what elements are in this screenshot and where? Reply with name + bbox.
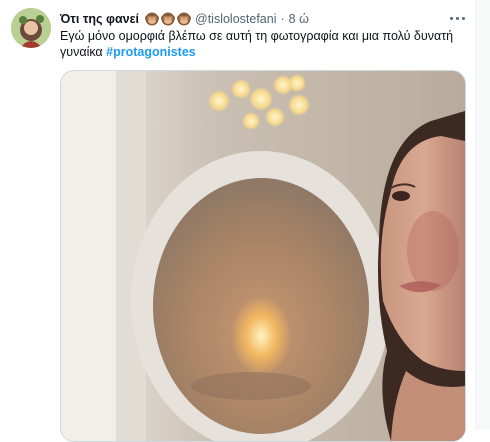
user-handle[interactable]: @tislolostefani (195, 12, 276, 26)
display-name[interactable]: Ότι της φανεί (60, 12, 139, 26)
tweet-photo[interactable] (60, 70, 466, 442)
avatar[interactable] (11, 8, 51, 48)
tweet-text-line-1: Εγώ μόνο ομορφιά βλέπω σε αυτή τη φωτογρ… (60, 29, 454, 43)
avatar-image (11, 8, 51, 48)
scrollbar[interactable] (475, 0, 490, 430)
photo-image (61, 71, 465, 441)
tweet[interactable]: Ότι της φανεί @tislolostefani · 8 ώ Εγώ … (0, 0, 490, 442)
see-no-evil-monkey-icon (161, 12, 176, 26)
more-options-icon[interactable] (446, 8, 468, 28)
tweet-header: Ότι της φανεί @tislolostefani · 8 ώ (60, 10, 450, 28)
see-no-evil-monkey-icon (145, 12, 160, 26)
emoji-group (145, 12, 192, 26)
timestamp[interactable]: 8 ώ (289, 12, 309, 26)
hashtag-link[interactable]: #protagonistes (106, 45, 196, 59)
tweet-text-line-2: γυναίκα #protagonistes (60, 44, 460, 60)
tweet-text: Εγώ μόνο ομορφιά βλέπω σε αυτή τη φωτογρ… (60, 28, 460, 60)
see-no-evil-monkey-icon (177, 12, 192, 26)
separator-dot: · (280, 12, 285, 26)
tweet-text-line-2-text: γυναίκα (60, 45, 107, 59)
